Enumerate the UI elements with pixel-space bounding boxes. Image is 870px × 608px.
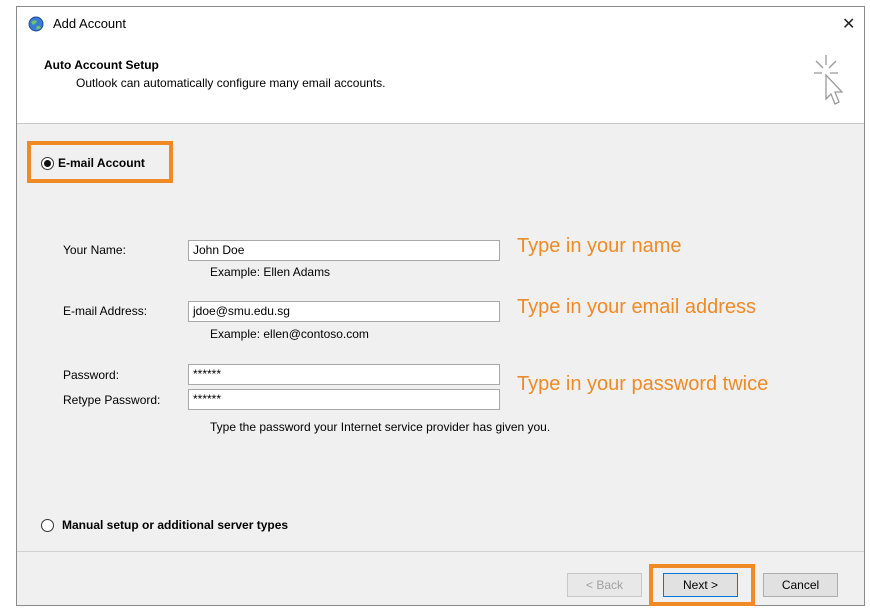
password-hint: Type in your password twice <box>517 373 769 395</box>
your-name-example: Example: Ellen Adams <box>210 265 331 279</box>
dialog-header: Auto Account Setup Outlook can automatic… <box>17 41 864 123</box>
email-account-radio[interactable] <box>41 157 54 170</box>
add-account-dialog: Add Account ✕ Auto Account Setup Outlook… <box>16 6 865 606</box>
your-name-label: Your Name: <box>63 243 126 257</box>
setup-title: Auto Account Setup <box>44 58 159 72</box>
password-input[interactable]: ****** <box>188 364 500 385</box>
email-hint: Type in your email address <box>517 296 757 318</box>
title-bar: Add Account ✕ <box>17 7 864 41</box>
name-hint: Type in your name <box>517 235 682 257</box>
email-address-label: E-mail Address: <box>63 304 148 318</box>
manual-setup-radio[interactable] <box>41 519 54 532</box>
close-button[interactable]: ✕ <box>834 7 864 39</box>
manual-setup-label[interactable]: Manual setup or additional server types <box>62 518 288 532</box>
back-button[interactable]: < Back <box>567 573 642 597</box>
password-label: Password: <box>63 368 120 382</box>
email-address-example: Example: ellen@contoso.com <box>210 327 369 341</box>
email-account-label[interactable]: E-mail Account <box>58 156 145 170</box>
password-note: Type the password your Internet service … <box>210 420 551 434</box>
outlook-globe-icon <box>28 16 44 32</box>
email-address-input[interactable]: jdoe@smu.edu.sg <box>188 301 500 322</box>
cancel-button[interactable]: Cancel <box>763 573 838 597</box>
retype-password-input[interactable]: ****** <box>188 389 500 410</box>
next-button[interactable]: Next > <box>663 573 738 597</box>
close-icon: ✕ <box>842 16 856 33</box>
cursor-click-icon <box>814 55 844 105</box>
retype-password-label: Retype Password: <box>63 393 161 407</box>
account-setup-content: E-mail Account Your Name: John Doe Examp… <box>17 124 864 551</box>
setup-subtitle: Outlook can automatically configure many… <box>76 76 386 90</box>
your-name-input[interactable]: John Doe <box>188 240 500 261</box>
window-title: Add Account <box>53 16 126 31</box>
dialog-footer: < Back Next > Cancel <box>17 551 864 606</box>
